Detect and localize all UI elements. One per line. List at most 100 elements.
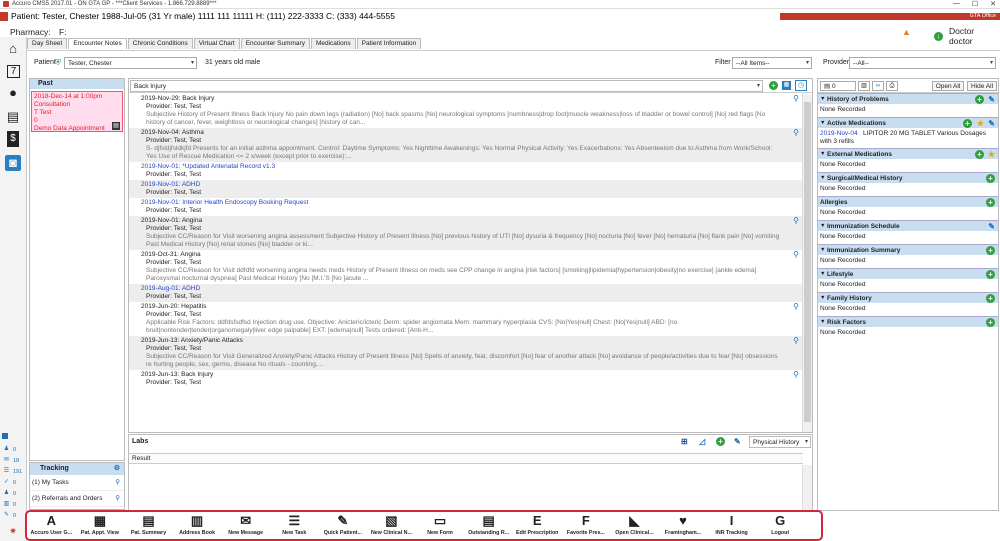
framingham-button[interactable]: ♥ Framingham... [659,512,708,539]
new-message-button[interactable]: ✉ New Message [221,512,270,539]
note-item[interactable]: 2019-Nov-29: Back Injury Provider: Test, … [129,94,803,128]
section-external-medications[interactable]: ▼ External Medications + ★ [818,148,998,159]
search-icon[interactable]: ⚲ [793,95,799,103]
count-item-4[interactable]: ✓ 0 [2,478,16,487]
minimize-button[interactable]: — [953,0,960,8]
pat-appt-view-button[interactable]: ▦ Pat. Appt. View [76,512,125,539]
quick-patient-button[interactable]: ✎ Quick Patient... [319,512,368,539]
logout-button[interactable]: G Logout [756,512,805,539]
print-icon[interactable]: ⎙ [886,81,898,91]
active-medications-body[interactable]: 2019-Nov-04 LIPITOR 20 MG TABLET Various… [818,128,998,148]
clock-icon[interactable]: ◷ [795,80,807,91]
search-icon[interactable]: ⚲ [793,217,799,225]
notes-scrollbar[interactable] [802,94,812,432]
calendar-icon[interactable]: 7 [7,65,20,78]
open-all-button[interactable]: Open All [932,81,964,91]
section-family-history[interactable]: ▼ Family History + [818,292,998,303]
filter-select[interactable]: --All Items-- ▾ [732,57,812,69]
tab-encounter-notes[interactable]: Encounter Notes [68,38,127,49]
grid-view-icon[interactable]: ▦ [782,81,791,90]
note-item[interactable]: 2019-Jun-13: Back Injury Provider: Test, … [129,370,803,388]
count-item-7[interactable]: ✎ 0 [2,511,16,520]
count-item-5[interactable]: ♟ 0 [2,489,16,498]
search-icon[interactable]: ⚲ [793,371,799,379]
edit-prescription-button[interactable]: E Edit Prescription [513,512,562,539]
add-note-icon[interactable]: + [769,81,778,90]
note-item[interactable]: 2019-Oct-31: Angina Provider: Test, Test S… [129,250,803,284]
note-item[interactable]: 2019-Nov-01: *Updated Antenatal Record v… [129,162,803,180]
tab-day-sheet[interactable]: Day Sheet [27,38,68,49]
warning-icon[interactable]: ▲ [902,27,911,37]
search-icon[interactable]: ⚲ [793,129,799,137]
labs-scrollbar[interactable] [802,465,812,511]
search-icon[interactable]: ⚲ [115,491,120,507]
note-item[interactable]: 2019-Jun-20: Hepatitis Provider: Test, Te… [129,302,803,336]
note-item[interactable]: 2019-Nov-04: Asthma Provider: Test, Test S… [129,128,803,162]
add-lab-icon[interactable]: + [716,437,725,446]
section-allergies[interactable]: Allergies + [818,196,998,207]
labs-view-select[interactable]: Physical History ▾ [749,436,811,448]
link-icon[interactable]: ∞ [872,81,884,91]
summary-count-button[interactable]: ▤ 0 [820,81,856,91]
pencil-icon[interactable]: ✎ [734,435,741,449]
new-clinical-note-button[interactable]: ▧ New Clinical N... [367,512,416,539]
count-item-1[interactable]: ♟ 0 [2,445,16,454]
address-book-button[interactable]: ▥ Address Book [173,512,222,539]
home-icon[interactable]: ⌂ [5,41,21,57]
person-icon[interactable]: ● [5,85,21,101]
settings-icon[interactable]: ⚙ [114,463,120,475]
pat-summary-button[interactable]: ▤ Pat. Summary [124,512,173,539]
scrollbar-thumb[interactable] [804,102,811,422]
section-surgical-medical-history[interactable]: ▼ Surgical/Medical History + [818,172,998,183]
tab-patient-information[interactable]: Patient Information [356,38,422,49]
count-item-3[interactable]: ☰ 191 [2,467,22,476]
open-clinical-button[interactable]: ◣ Open Clinical... [610,512,659,539]
section-history-of-problems[interactable]: ▼ History of Problems + ✎ [818,93,998,104]
tab-virtual-chart[interactable]: Virtual Chart [193,38,240,49]
appt-doc-icon[interactable]: ▤ [112,122,120,130]
providers-select[interactable]: --All-- ▾ [849,57,996,69]
section-immunization-schedule[interactable]: ▼ Immunization Schedule ✎ [818,220,998,231]
camera-icon[interactable]: ◙ [5,155,21,171]
outstanding-requests-button[interactable]: ▤ Outstanding R... [464,512,513,539]
clipboard-icon[interactable]: ▥ [858,81,870,91]
search-icon[interactable]: ⚲ [793,251,799,259]
search-icon[interactable]: ⚲ [793,303,799,311]
new-form-button[interactable]: ▭ New Form [416,512,465,539]
chart-icon[interactable]: ◿ [699,435,705,449]
tracking-item-my-tasks[interactable]: (1) My Tasks ⚲ [30,475,124,491]
new-task-button[interactable]: ☰ New Task [270,512,319,539]
patient-alert-icon[interactable] [0,11,8,21]
document-icon[interactable]: ▤ [5,109,21,125]
maximize-button[interactable]: ☐ [972,0,978,8]
doctor-name[interactable]: Doctor doctor [949,26,1000,46]
note-item[interactable]: 2019-Aug-01: ADHD Provider: Test, Test [129,284,803,302]
note-item[interactable]: 2019-Nov-01: ADHD Provider: Test, Test [129,180,803,198]
section-active-medications[interactable]: ▼ Active Medications + ★ ✎ [818,117,998,128]
tab-chronic-conditions[interactable]: Chronic Conditions [127,38,193,49]
note-item[interactable]: 2019-Nov-01: Interior Health Endoscopy B… [129,198,803,216]
search-icon[interactable]: ⚲ [793,337,799,345]
count-item-0[interactable] [2,433,8,439]
tab-encounter-summary[interactable]: Encounter Summary [240,38,310,49]
section-risk-factors[interactable]: ▼ Risk Factors + [818,316,998,327]
inr-tracking-button[interactable]: I INR Tracking [707,512,756,539]
hide-all-button[interactable]: Hide All [967,81,997,91]
favorite-prescriptions-button[interactable]: F Favorite Pres... [562,512,611,539]
past-appointment-card[interactable]: 2018-Dec-14 at 1:00pm Consultation T Tes… [31,91,123,132]
count-item-2[interactable]: ✉ 18 [2,456,19,465]
note-item[interactable]: 2019-Jun-13: Anxiety/Panic Attacks Provid… [129,336,803,370]
accuro-user-guide-button[interactable]: A Accuro User G... [27,512,76,539]
section-lifestyle[interactable]: ▼ Lifestyle + [818,268,998,279]
billing-icon[interactable]: $ [7,131,19,147]
tracking-item-referrals[interactable]: (2) Referrals and Orders ⚲ [30,491,124,507]
section-immunization-summary[interactable]: ▼ Immunization Summary + [818,244,998,255]
note-item[interactable]: 2019-Nov-01: Angina Provider: Test, Test S… [129,216,803,250]
search-icon[interactable]: ⚲ [115,475,120,491]
tab-medications[interactable]: Medications [310,38,356,49]
close-button[interactable]: ✕ [990,0,996,8]
count-item-6[interactable]: ▥ 0 [2,500,16,509]
binoculars-icon[interactable]: ⊞ [681,435,688,449]
patient-select[interactable]: Tester, Chester ▾ [64,57,197,69]
problem-select[interactable]: Back Injury ▾ [130,80,763,92]
